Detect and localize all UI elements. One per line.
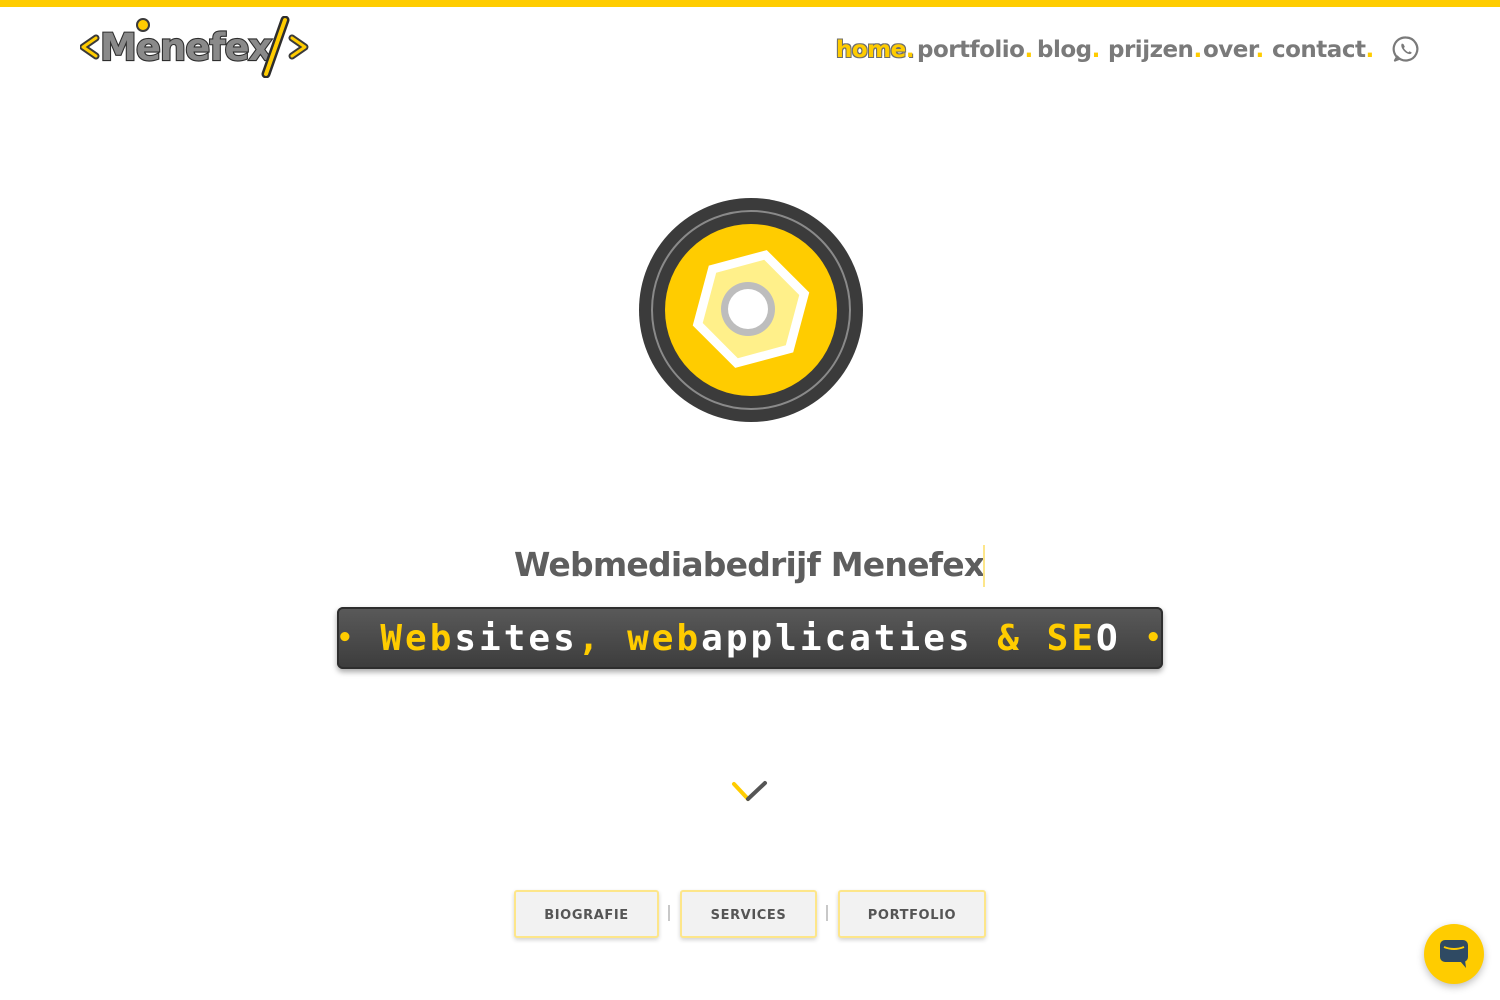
biografie-button[interactable]: BIOGRAFIE: [514, 890, 659, 938]
portfolio-button[interactable]: PORTFOLIO: [838, 890, 986, 938]
chat-bubble-icon: [1440, 940, 1468, 968]
nav-item-contact[interactable]: contact.: [1272, 28, 1374, 72]
chevron-down-icon[interactable]: [729, 778, 771, 806]
hexagon-emblem-icon: [639, 198, 863, 422]
button-separator: [826, 905, 828, 921]
nav-item-portfolio[interactable]: portfolio.: [917, 28, 1033, 72]
button-separator: [668, 905, 670, 921]
main-nav: home. portfolio. blog. prijzen. over. co…: [0, 28, 1500, 72]
nav-item-home[interactable]: home.: [836, 28, 915, 72]
services-button[interactable]: SERVICES: [680, 890, 817, 938]
chat-widget-button[interactable]: [1424, 924, 1484, 984]
hero-emblem: [637, 196, 865, 424]
tagline-banner: • Websites, webapplicaties & SEO •: [337, 607, 1163, 669]
nav-item-blog[interactable]: blog.: [1037, 28, 1100, 72]
whatsapp-icon[interactable]: [1392, 35, 1420, 63]
nav-item-over[interactable]: over.: [1203, 28, 1264, 72]
typing-caret: [983, 545, 985, 587]
top-accent-bar: [0, 0, 1500, 7]
nav-item-prijzen[interactable]: prijzen.: [1108, 28, 1202, 72]
hero-headline: Webmediabedrijf Menefex. W: [514, 545, 986, 584]
